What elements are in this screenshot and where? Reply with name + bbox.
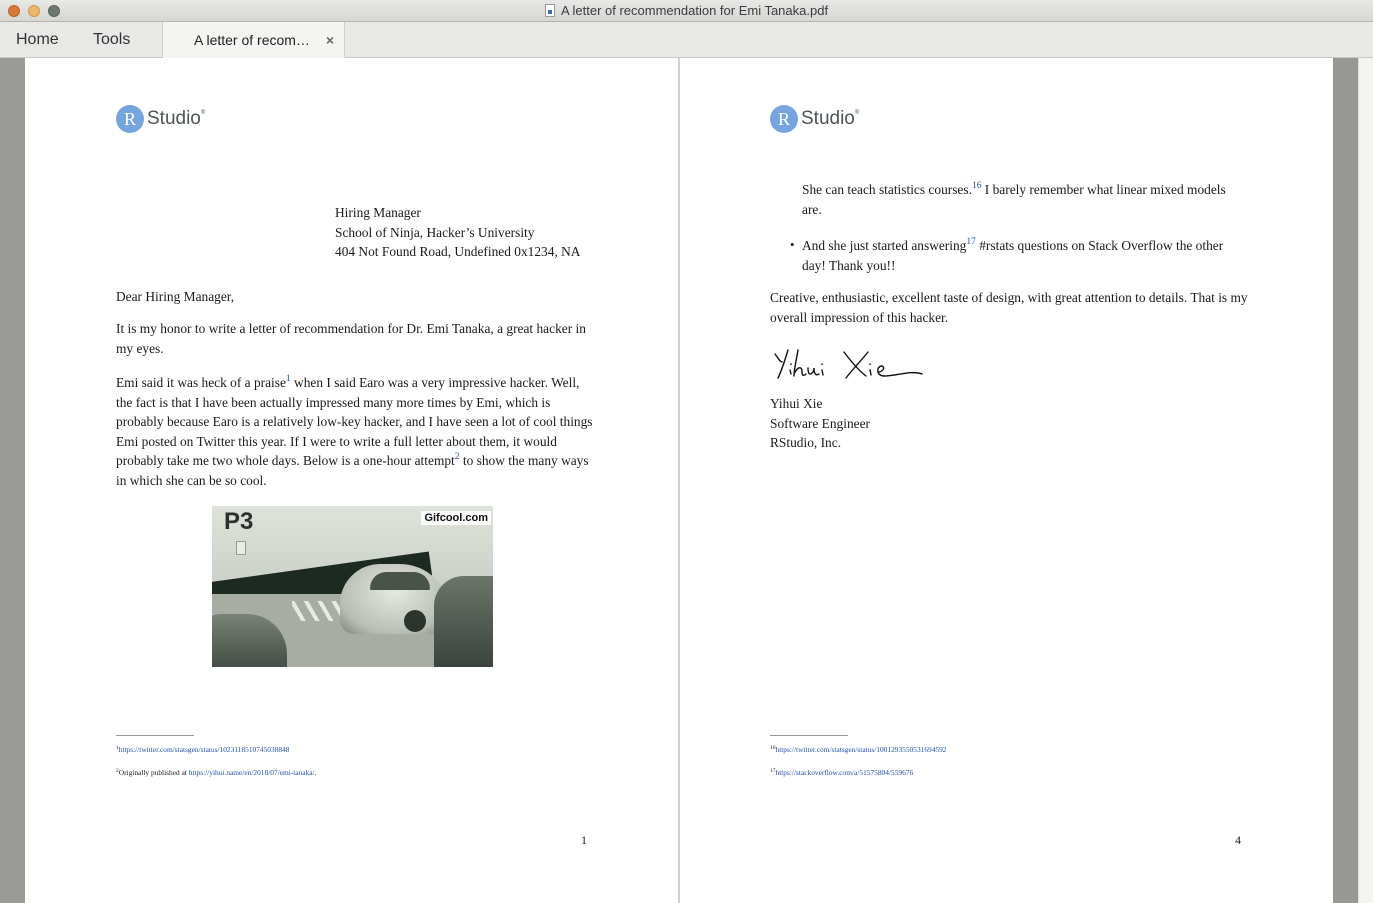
signoff-block: Yihui Xie Software Engineer RStudio, Inc…	[770, 394, 870, 453]
signoff-name: Yihui Xie	[770, 396, 823, 411]
list-item: And she just started answering17 #rstats…	[802, 237, 1224, 273]
rstudio-logo: R Studio®	[116, 105, 205, 133]
close-tab-icon[interactable]: ×	[326, 22, 334, 58]
pdf-viewer: R Studio® Hiring Manager School of Ninja…	[0, 58, 1373, 903]
paragraph-body: Emi said it was heck of a praise1 when I…	[116, 374, 593, 488]
pdf-file-icon	[544, 4, 555, 17]
tab-bar: Home Tools A letter of recom… ×	[0, 22, 1373, 58]
footnote-1: 1https://twitter.com/statsgen/status/102…	[116, 745, 290, 754]
rstudio-logo-icon: R	[770, 105, 798, 133]
rstudio-logo-text: Studio®	[147, 108, 206, 129]
closing-paragraph: Creative, enthusiastic, excellent taste …	[770, 290, 1248, 325]
paragraph-intro: It is my honor to write a letter of reco…	[116, 321, 586, 356]
footnote-2-link[interactable]: https://yihui.name/en/2018/07/emi-tanaka…	[189, 768, 315, 777]
gif-car-right	[434, 576, 493, 667]
footnote-rule	[116, 735, 194, 736]
page-number: 4	[1235, 833, 1241, 847]
footnote-16-link[interactable]: https://twitter.com/statsgen/status/1001…	[776, 745, 947, 754]
footnote-17-link[interactable]: https://stackoverflow.com/a/51575804/559…	[776, 768, 914, 777]
footnote-1-link[interactable]: https://twitter.com/statsgen/status/1023…	[119, 745, 290, 754]
address-line: Hiring Manager	[335, 205, 421, 220]
rstudio-logo-text: Studio®	[801, 108, 860, 129]
rstudio-logo-icon: R	[116, 105, 144, 133]
pdf-page-4: R Studio® She can teach statistics cours…	[680, 58, 1333, 903]
viewer-margin	[1333, 58, 1358, 903]
address-line: School of Ninja, Hacker’s University	[335, 224, 535, 240]
address-line: 404 Not Found Road, Undefined 0x1234, NA	[335, 244, 581, 259]
window-title-text: A letter of recommendation for Emi Tanak…	[560, 3, 829, 18]
rstudio-logo: R Studio®	[770, 105, 859, 133]
parking-garage-gif: P3 Gifcool.com	[212, 506, 493, 667]
footnote-rule	[770, 735, 848, 736]
pdf-page-1: R Studio® Hiring Manager School of Ninja…	[25, 58, 678, 903]
window-title: A letter of recommendation for Emi Tanak…	[0, 3, 1373, 19]
gif-watermark: Gifcool.com	[421, 511, 491, 525]
recipient-address: Hiring Manager School of Ninja, Hacker’s…	[335, 203, 635, 262]
tab-home[interactable]: Home	[16, 22, 59, 57]
tab-document[interactable]: A letter of recom… ×	[162, 22, 345, 58]
footnote-16: 16https://twitter.com/statsgen/status/10…	[770, 745, 947, 754]
footnote-ref-17[interactable]: 17	[966, 237, 976, 247]
tab-tools[interactable]: Tools	[93, 22, 130, 57]
footnote-2: 2Originally published at https://yihui.n…	[116, 768, 317, 777]
salutation: Dear Hiring Manager,	[116, 289, 235, 304]
signoff-company: RStudio, Inc.	[770, 435, 842, 450]
vertical-scrollbar[interactable]	[1358, 58, 1373, 903]
title-bar: A letter of recommendation for Emi Tanak…	[0, 0, 1373, 22]
page-number: 1	[581, 833, 587, 847]
footnote-ref-16[interactable]: 16	[972, 181, 982, 191]
footnote-17: 17https://stackoverflow.com/a/51575804/5…	[770, 768, 914, 777]
signature-image	[774, 349, 923, 379]
signoff-title: Software Engineer	[770, 415, 871, 431]
gif-wall-sign	[236, 541, 246, 555]
gif-level-label: P3	[224, 508, 254, 535]
bullet-icon: •	[790, 237, 795, 252]
list-continuation: She can teach statistics courses.16 I ba…	[802, 181, 1226, 217]
tab-document-label: A letter of recom…	[194, 32, 310, 48]
